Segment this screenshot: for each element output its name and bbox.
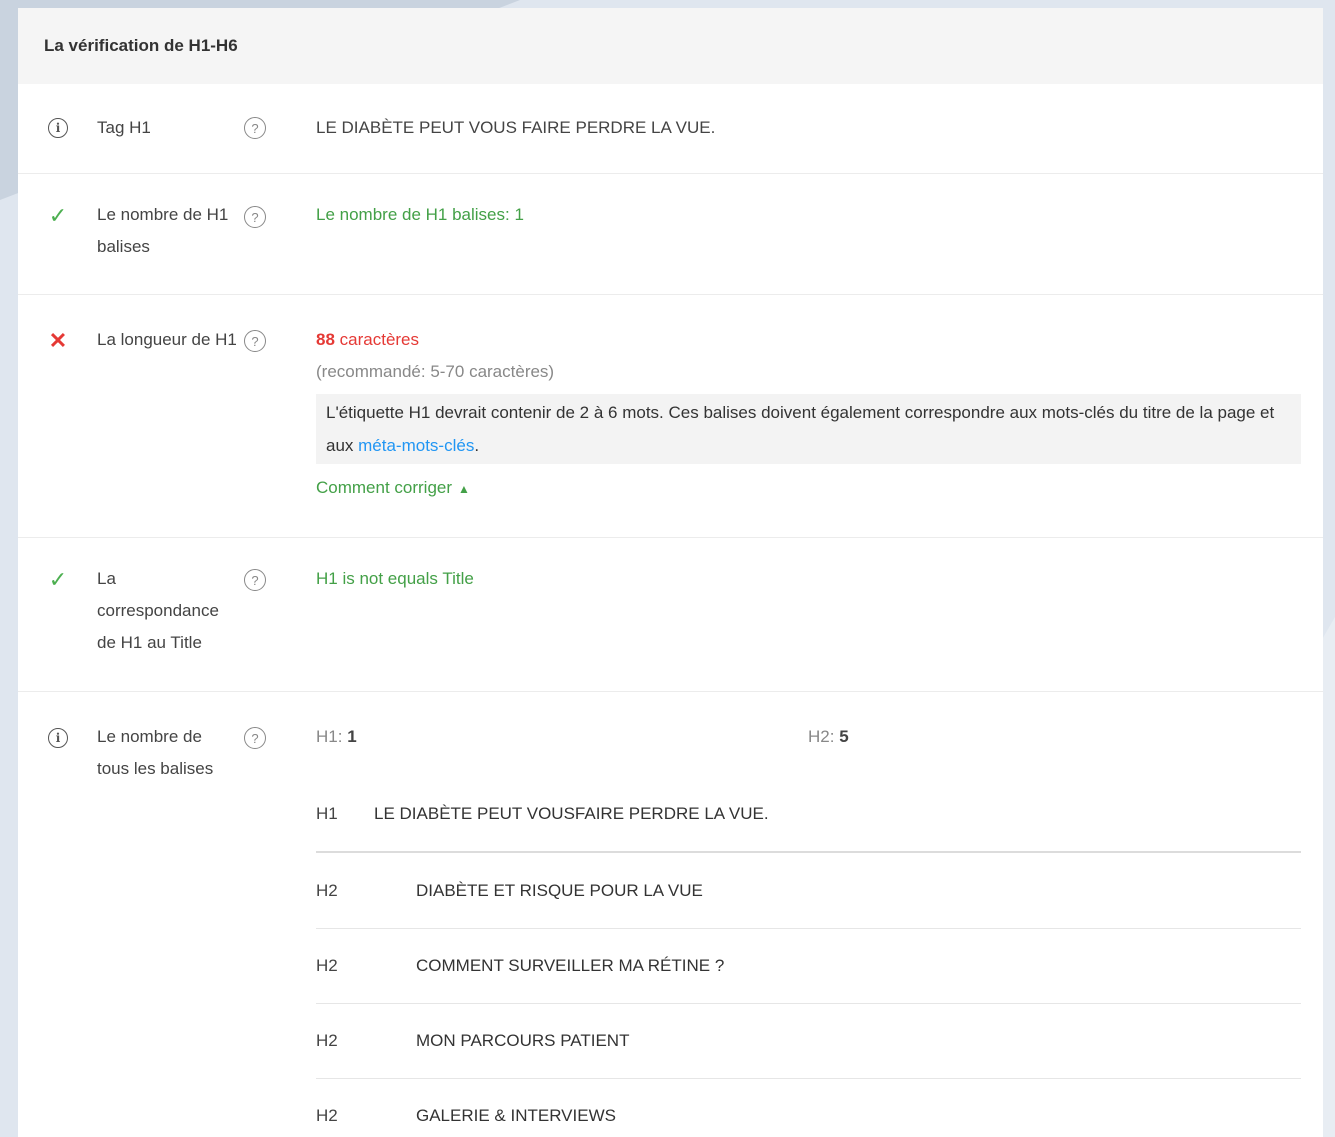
help-icon[interactable]: ?: [244, 117, 266, 139]
h2-count-label: H2:: [808, 727, 840, 746]
heading-list-item: H2 COMMENT SURVEILLER MA RÉTINE ?: [316, 928, 1301, 1004]
heading-text: LE DIABÈTE PEUT VOUSFAIRE PERDRE LA VUE.: [374, 803, 769, 823]
meta-keywords-link[interactable]: méta-mots-clés: [358, 436, 474, 455]
panel-title: La vérification de H1-H6: [18, 8, 1323, 84]
heading-level: H2: [316, 955, 338, 975]
heading-level: H1: [316, 803, 338, 823]
h2-count-value: 5: [839, 727, 849, 746]
row-label: Le nombre de tous les balises: [97, 727, 214, 778]
char-count-number: 88: [316, 330, 335, 349]
row-count-h1: ✓ Le nombre de H1 balises ? Le nombre de…: [18, 174, 1323, 295]
h2-count: H2: 5: [808, 721, 849, 753]
row-label: La correspondance de H1 au Title: [97, 569, 219, 652]
heading-text: MON PARCOURS PATIENT: [416, 1030, 630, 1050]
heading-level: H2: [316, 880, 338, 900]
advice-box: L'étiquette H1 devrait contenir de 2 à 6…: [316, 394, 1301, 464]
heading-text: COMMENT SURVEILLER MA RÉTINE ?: [416, 955, 725, 975]
heading-text: DIABÈTE ET RISQUE POUR LA VUE: [416, 880, 703, 900]
heading-level: H2: [316, 1105, 338, 1125]
row-label: Tag H1: [97, 118, 151, 137]
length-h1-content: 88 caractères (recommandé: 5-70 caractèr…: [316, 324, 1301, 505]
heading-list-item: H2 MON PARCOURS PATIENT: [316, 1003, 1301, 1079]
row-label: Le nombre de H1 balises: [97, 205, 229, 256]
tag-h1-value: LE DIABÈTE PEUT VOUS FAIRE PERDRE LA VUE…: [316, 118, 716, 137]
h1-count-value: 1: [347, 727, 357, 746]
help-icon[interactable]: ?: [244, 727, 266, 749]
heading-level: H2: [316, 1030, 338, 1050]
help-icon[interactable]: ?: [244, 206, 266, 228]
heading-list-item: H2 DIABÈTE ET RISQUE POUR LA VUE: [316, 853, 1301, 929]
info-icon: i: [46, 116, 70, 140]
how-to-fix-label: Comment corriger: [316, 478, 453, 497]
chevron-up-icon: ▲: [458, 482, 470, 496]
advice-end: .: [474, 436, 480, 455]
recommended-range: (recommandé: 5-70 caractères): [316, 362, 555, 381]
match-title-value: H1 is not equals Title: [316, 569, 474, 588]
info-icon: i: [46, 726, 70, 750]
row-all-headings: i Le nombre de tous les balises ? H1: 1 …: [18, 692, 1323, 1137]
help-icon[interactable]: ?: [244, 330, 266, 352]
heading-text: GALERIE & INTERVIEWS: [416, 1105, 616, 1125]
char-count: 88 caractères: [316, 324, 1301, 356]
row-length-h1: ✕ La longueur de H1 ? 88 caractères (rec…: [18, 295, 1323, 538]
h1-count-label: H1:: [316, 727, 348, 746]
heading-list-item: H2 GALERIE & INTERVIEWS: [316, 1078, 1301, 1137]
h1-h6-check-panel: La vérification de H1-H6 i Tag H1 ? LE D…: [18, 8, 1323, 1137]
how-to-fix-toggle[interactable]: Comment corriger ▲: [316, 472, 1301, 505]
char-count-label: caractères: [334, 330, 420, 349]
row-match-title: ✓ La correspondance de H1 au Title ? H1 …: [18, 538, 1323, 692]
count-h1-value: Le nombre de H1 balises: 1: [316, 205, 524, 224]
cross-icon: ✕: [48, 328, 68, 353]
h1-count: H1: 1: [316, 721, 357, 753]
row-label: La longueur de H1: [97, 330, 237, 349]
row-tag-h1: i Tag H1 ? LE DIABÈTE PEUT VOUS FAIRE PE…: [18, 84, 1323, 174]
check-icon: ✓: [48, 567, 68, 592]
help-icon[interactable]: ?: [244, 569, 266, 591]
heading-list-item: H1 LE DIABÈTE PEUT VOUSFAIRE PERDRE LA V…: [316, 776, 1301, 853]
check-icon: ✓: [48, 203, 68, 228]
